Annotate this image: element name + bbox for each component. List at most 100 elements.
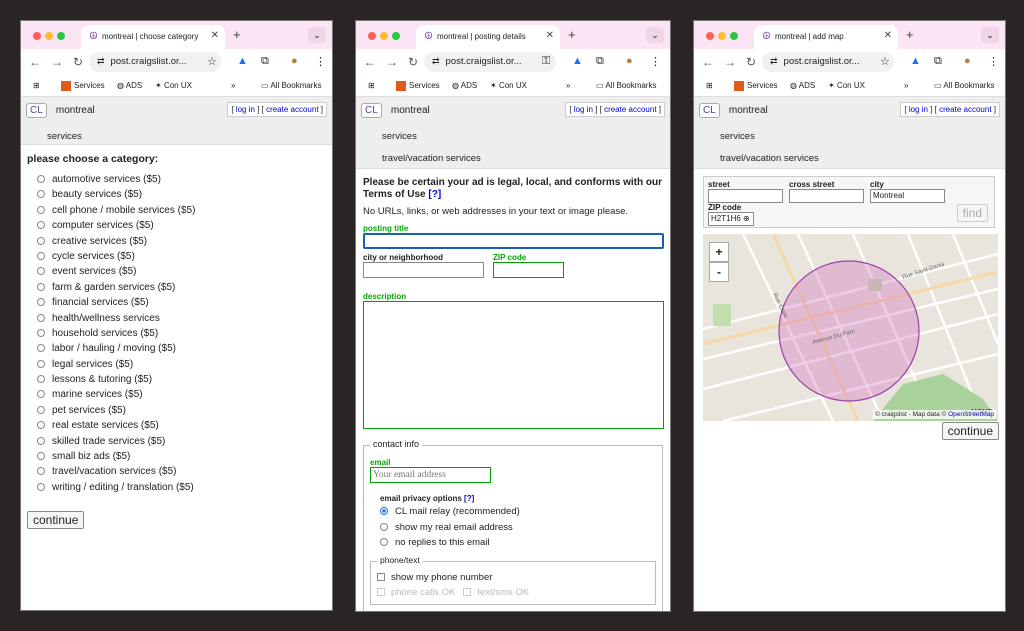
new-tab-icon[interactable]: + <box>233 27 241 42</box>
url-field[interactable]: ⇄ post.craigslist.or... <box>424 52 556 72</box>
show-phone-checkbox[interactable]: show my phone number <box>377 572 649 588</box>
privacy-help-link[interactable]: [?] <box>464 494 474 503</box>
locate-icon[interactable]: ⊕ <box>743 214 750 223</box>
category-radio[interactable] <box>37 452 45 461</box>
category-radio[interactable] <box>37 251 45 260</box>
zip-input[interactable] <box>493 262 564 278</box>
category-option[interactable]: pet services ($5) <box>37 405 326 420</box>
apps-icon[interactable]: ⊞ <box>706 81 713 90</box>
category-radio[interactable] <box>37 205 45 214</box>
reload-icon[interactable]: ↻ <box>746 55 756 69</box>
category-option[interactable]: farm & garden services ($5) <box>37 282 326 297</box>
category-radio[interactable] <box>37 175 45 183</box>
category-radio[interactable] <box>37 421 45 430</box>
bookmark-con-ux[interactable]: ✶ Con UX <box>490 81 527 90</box>
close-tab-icon[interactable]: ✕ <box>211 30 219 41</box>
apps-icon[interactable]: ⊞ <box>368 81 375 90</box>
extensions-puzzle-icon[interactable]: ⧉ <box>934 55 942 68</box>
find-button[interactable]: find <box>956 204 988 222</box>
bookmark-ads[interactable]: ◍ ADS <box>790 81 815 90</box>
category-option[interactable]: legal services ($5) <box>37 359 326 374</box>
privacy-option[interactable]: no replies to this email <box>380 537 656 553</box>
login-link[interactable]: log in <box>909 105 928 114</box>
category-radio[interactable] <box>37 405 45 414</box>
category-radio[interactable] <box>37 436 45 445</box>
category-radio[interactable] <box>37 482 45 491</box>
category-radio[interactable] <box>37 375 45 384</box>
forward-icon[interactable]: → <box>51 55 63 69</box>
bookmark-star-icon[interactable]: ☆ <box>880 55 890 68</box>
craigslist-logo[interactable]: CL <box>699 103 720 118</box>
profile-avatar[interactable]: ● <box>964 55 971 67</box>
key-icon[interactable]: ⚿ <box>542 55 550 68</box>
osm-link[interactable]: OpenStreetMap <box>948 411 994 418</box>
tab-menu-icon[interactable]: ⌄ <box>308 27 326 43</box>
browser-tab[interactable]: ☮ montreal | posting details ✕ <box>416 25 560 49</box>
continue-button[interactable]: continue <box>27 511 85 530</box>
category-radio[interactable] <box>37 359 45 368</box>
continue-button[interactable]: continue <box>941 422 999 440</box>
apps-icon[interactable]: ⊞ <box>33 81 40 90</box>
category-option[interactable]: household services ($5) <box>37 328 326 343</box>
cross-street-input[interactable] <box>789 189 864 203</box>
category-option[interactable]: event services ($5) <box>37 266 326 281</box>
privacy-option[interactable]: show my real email address <box>380 522 656 538</box>
close-tab-icon[interactable]: ✕ <box>884 30 892 41</box>
all-bookmarks[interactable]: ▭ All Bookmarks <box>596 81 656 90</box>
phone-calls-checkbox[interactable] <box>377 588 385 596</box>
category-radio[interactable] <box>37 390 45 399</box>
email-input[interactable] <box>370 467 491 483</box>
back-icon[interactable]: ← <box>702 55 714 69</box>
category-option[interactable]: lessons & tutoring ($5) <box>37 374 326 389</box>
forward-icon[interactable]: → <box>724 55 736 69</box>
category-radio[interactable] <box>37 236 45 245</box>
reload-icon[interactable]: ↻ <box>408 55 418 69</box>
create-account-link[interactable]: create account <box>266 105 318 114</box>
privacy-option[interactable]: CL mail relay (recommended) <box>380 506 656 522</box>
bookmark-services[interactable]: Services <box>396 81 440 91</box>
site-settings-icon[interactable]: ⇄ <box>97 56 105 66</box>
map-view[interactable]: Avenue Du Parc Rue Saint-Denis Rue Clark… <box>703 234 998 421</box>
extension-icon[interactable]: ▲ <box>237 55 248 67</box>
zoom-in-button[interactable]: + <box>709 242 729 262</box>
craigslist-logo[interactable]: CL <box>361 103 382 118</box>
browser-tab[interactable]: ☮ montreal | choose category ✕ <box>81 25 225 49</box>
category-radio[interactable] <box>37 282 45 291</box>
category-option[interactable]: computer services ($5) <box>37 220 326 235</box>
close-tab-icon[interactable]: ✕ <box>546 30 554 41</box>
city-input[interactable]: Montreal <box>870 189 945 203</box>
category-option[interactable]: financial services ($5) <box>37 297 326 312</box>
category-option[interactable]: health/wellness services <box>37 313 326 328</box>
category-option[interactable]: skilled trade services ($5) <box>37 436 326 451</box>
reload-icon[interactable]: ↻ <box>73 55 83 69</box>
login-link[interactable]: log in <box>236 105 255 114</box>
back-icon[interactable]: ← <box>29 55 41 69</box>
url-field[interactable]: ⇄ post.craigslist.or... <box>89 52 221 72</box>
category-radio[interactable] <box>37 344 45 353</box>
category-radio[interactable] <box>37 190 45 199</box>
create-account-link[interactable]: create account <box>604 105 656 114</box>
extension-icon[interactable]: ▲ <box>910 55 921 67</box>
more-bookmarks-icon[interactable]: » <box>231 81 235 90</box>
browser-tab[interactable]: ☮ montreal | add map ✕ <box>754 25 898 49</box>
zip-input[interactable]: H2T1H6 ⊕ <box>708 212 754 226</box>
category-option[interactable]: travel/vacation services ($5) <box>37 466 326 481</box>
site-settings-icon[interactable]: ⇄ <box>770 56 778 66</box>
window-controls[interactable] <box>368 31 404 43</box>
category-option[interactable]: cycle services ($5) <box>37 251 326 266</box>
all-bookmarks[interactable]: ▭ All Bookmarks <box>261 81 321 90</box>
all-bookmarks[interactable]: ▭ All Bookmarks <box>934 81 994 90</box>
more-menu-icon[interactable]: ⋮ <box>988 55 999 68</box>
category-option[interactable]: creative services ($5) <box>37 236 326 251</box>
category-option[interactable]: automotive services ($5) <box>37 174 326 189</box>
more-bookmarks-icon[interactable]: » <box>904 81 908 90</box>
more-menu-icon[interactable]: ⋮ <box>315 55 326 68</box>
posting-title-input[interactable] <box>363 233 664 249</box>
create-account-link[interactable]: create account <box>939 105 991 114</box>
new-tab-icon[interactable]: + <box>568 27 576 42</box>
category-radio[interactable] <box>37 298 45 307</box>
category-option[interactable]: writing / editing / translation ($5) <box>37 482 326 497</box>
category-radio[interactable] <box>37 467 45 476</box>
category-option[interactable]: labor / hauling / moving ($5) <box>37 343 326 358</box>
text-ok-checkbox[interactable] <box>463 588 472 596</box>
